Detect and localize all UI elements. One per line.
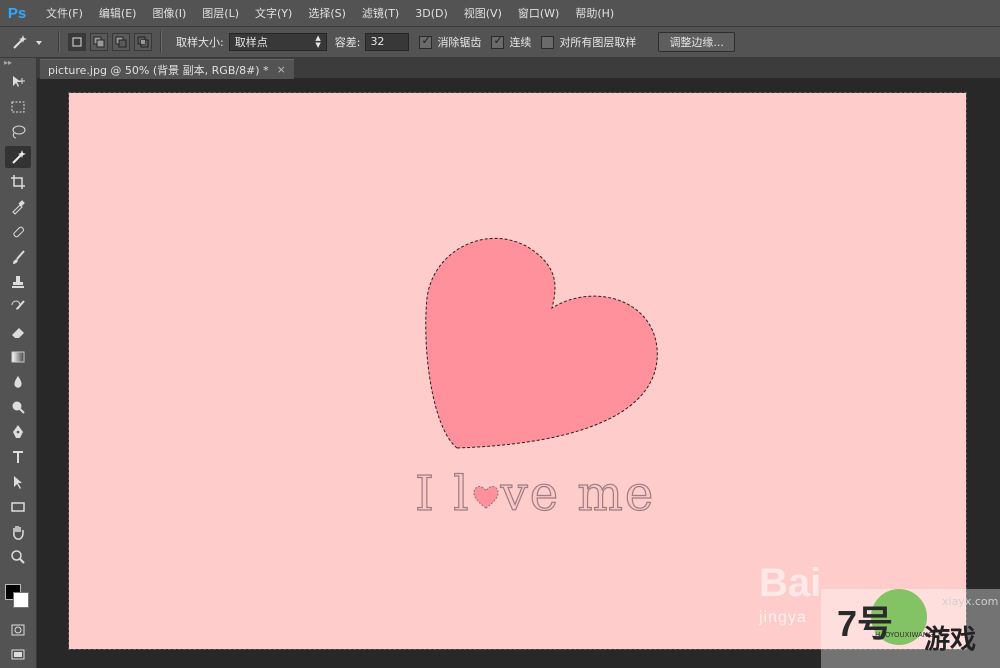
menu-layer[interactable]: 图层(L) bbox=[194, 5, 247, 21]
jingyan-watermark: jingya bbox=[759, 609, 807, 626]
antialias-checkbox[interactable]: 消除锯齿 bbox=[419, 34, 481, 50]
panel-collapse-icon[interactable]: ▸▸ bbox=[0, 58, 36, 68]
subtract-from-selection-button[interactable] bbox=[112, 33, 130, 51]
document-tab-title: picture.jpg @ 50% (背景 副本, RGB/8#) * bbox=[48, 63, 269, 77]
tool-preset-picker[interactable] bbox=[6, 31, 52, 53]
options-bar: 取样大小: 取样点 ▲▼ 容差: 32 消除锯齿 连续 对所有图层取样 调整边缘… bbox=[0, 27, 1000, 58]
antialias-label: 消除锯齿 bbox=[437, 36, 482, 49]
refine-edge-button[interactable]: 调整边缘... bbox=[658, 32, 735, 52]
menu-help[interactable]: 帮助(H) bbox=[567, 5, 622, 21]
marquee-tool-icon[interactable] bbox=[5, 96, 31, 118]
separator bbox=[160, 31, 162, 53]
tolerance-label: 容差: bbox=[334, 36, 361, 49]
brush-tool-icon[interactable] bbox=[5, 246, 31, 268]
image-canvas[interactable]: I l ve me bbox=[68, 92, 967, 650]
photoshop-logo: Ps bbox=[7, 4, 27, 22]
magic-wand-tool-icon[interactable] bbox=[5, 146, 31, 168]
checkbox-unchecked-icon bbox=[541, 35, 555, 49]
add-to-selection-button[interactable] bbox=[90, 33, 108, 51]
contiguous-checkbox[interactable]: 连续 bbox=[491, 34, 531, 50]
sample-all-layers-label: 对所有图层取样 bbox=[559, 36, 637, 49]
site-watermark-url: xiayx.com bbox=[942, 595, 999, 608]
eyedropper-tool-icon[interactable] bbox=[5, 196, 31, 218]
tools-panel: ▸▸ bbox=[0, 58, 37, 668]
menu-file[interactable]: 文件(F) bbox=[38, 5, 91, 21]
magic-wand-icon bbox=[13, 35, 42, 49]
i-love-me-text: I l ve me bbox=[414, 465, 656, 522]
menu-image[interactable]: 图像(I) bbox=[144, 5, 194, 21]
hand-tool-icon[interactable] bbox=[5, 521, 31, 543]
love-text-part1: I l bbox=[414, 465, 471, 522]
close-tab-icon[interactable]: × bbox=[277, 63, 286, 76]
path-selection-tool-icon[interactable] bbox=[5, 471, 31, 493]
menu-window[interactable]: 窗口(W) bbox=[510, 5, 567, 21]
menu-edit[interactable]: 编辑(E) bbox=[91, 5, 145, 21]
background-color-swatch[interactable] bbox=[13, 592, 29, 608]
eraser-tool-icon[interactable] bbox=[5, 321, 31, 343]
sample-all-layers-checkbox[interactable]: 对所有图层取样 bbox=[541, 34, 636, 50]
dodge-tool-icon[interactable] bbox=[5, 396, 31, 418]
sample-size-value: 取样点 bbox=[234, 36, 268, 49]
menu-type[interactable]: 文字(Y) bbox=[247, 5, 300, 21]
color-swatches[interactable] bbox=[0, 576, 36, 616]
sample-size-select[interactable]: 取样点 ▲ ▼ bbox=[228, 33, 327, 51]
separator bbox=[58, 31, 60, 53]
menu-3d[interactable]: 3D(D) bbox=[407, 7, 456, 20]
type-tool-icon[interactable] bbox=[5, 446, 31, 468]
site-watermark-number: 7号 bbox=[837, 603, 894, 644]
crop-tool-icon[interactable] bbox=[5, 171, 31, 193]
menu-view[interactable]: 视图(V) bbox=[456, 5, 510, 21]
gradient-tool-icon[interactable] bbox=[5, 346, 31, 368]
love-text-part2: ve me bbox=[500, 465, 656, 522]
blur-tool-icon[interactable] bbox=[5, 371, 31, 393]
contiguous-label: 连续 bbox=[509, 36, 532, 49]
intersect-selection-button[interactable] bbox=[134, 33, 152, 51]
small-heart-icon bbox=[471, 466, 501, 522]
clone-stamp-tool-icon[interactable] bbox=[5, 271, 31, 293]
rectangle-tool-icon[interactable] bbox=[5, 496, 31, 518]
document-tab[interactable]: picture.jpg @ 50% (背景 副本, RGB/8#) * × bbox=[40, 59, 294, 79]
heart-shape bbox=[425, 237, 658, 449]
lasso-tool-icon[interactable] bbox=[5, 121, 31, 143]
screen-mode-icon[interactable] bbox=[5, 644, 31, 666]
baidu-watermark: Bai bbox=[759, 561, 822, 605]
tolerance-input[interactable]: 32 bbox=[365, 33, 410, 51]
checkbox-checked-icon bbox=[491, 34, 505, 49]
healing-brush-tool-icon[interactable] bbox=[5, 221, 31, 243]
pen-tool-icon[interactable] bbox=[5, 421, 31, 443]
menu-select[interactable]: 选择(S) bbox=[300, 5, 354, 21]
document-tab-bar: picture.jpg @ 50% (背景 副本, RGB/8#) * × bbox=[37, 58, 1000, 79]
select-arrows-icon: ▲ ▼ bbox=[315, 34, 321, 49]
move-tool-icon[interactable] bbox=[5, 71, 31, 93]
zoom-tool-icon[interactable] bbox=[5, 546, 31, 568]
sample-size-label: 取样大小: bbox=[176, 36, 224, 49]
menu-filter[interactable]: 滤镜(T) bbox=[354, 5, 407, 21]
checkbox-checked-icon bbox=[419, 34, 433, 49]
quick-mask-icon[interactable] bbox=[5, 619, 31, 641]
menu-bar: Ps 文件(F) 编辑(E) 图像(I) 图层(L) 文字(Y) 选择(S) 滤… bbox=[0, 0, 1000, 27]
document-workspace: I l ve me Bai jingya 7号 xiayx.com 游戏 HAOY… bbox=[37, 79, 1000, 668]
site-watermark-pinyin: HAOYOUXIWANG bbox=[875, 631, 934, 639]
history-brush-tool-icon[interactable] bbox=[5, 296, 31, 318]
new-selection-button[interactable] bbox=[68, 33, 86, 51]
